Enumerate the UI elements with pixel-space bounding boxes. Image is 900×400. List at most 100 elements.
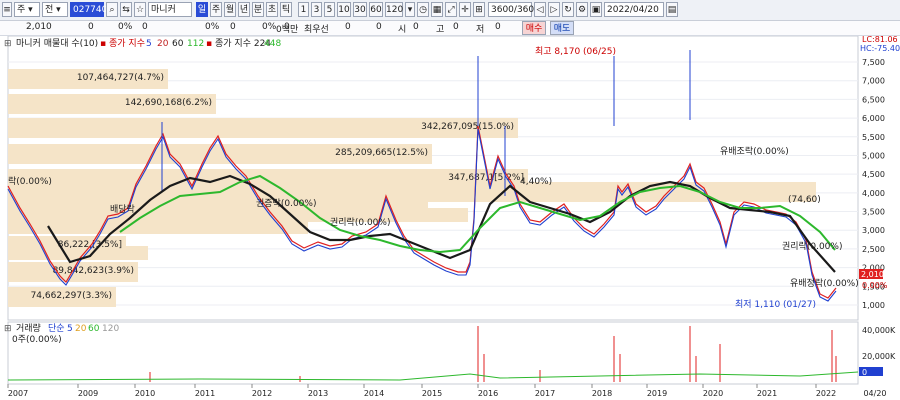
profile-label: 74,662,297(3.3%): [31, 291, 112, 301]
time-tick-label: 2014: [364, 389, 384, 398]
volume-ma60: 60: [88, 324, 100, 334]
pct-3: 0%: [262, 22, 277, 32]
legend-panel-icon: ⊞: [4, 39, 12, 49]
volume-value: 0주(0.00%): [12, 334, 62, 345]
profile-label: 89,842,623(3.9%): [53, 266, 134, 276]
period-day-button[interactable]: 일: [196, 2, 208, 17]
legend-ma5: 5: [146, 39, 152, 49]
period-select[interactable]: 전 ▾: [42, 2, 68, 17]
volume-tick-40000: 40,000K: [862, 326, 896, 335]
sell-button[interactable]: 매도: [550, 21, 574, 35]
count-field[interactable]: 3600/3600: [488, 2, 540, 17]
legend-title: 마니커 매물대 수(10): [16, 38, 98, 49]
time-axis: 2007 2009 2010 2011 2012 2013 2014 2015 2016 2017…: [7, 384, 887, 398]
menu-icon[interactable]: ≡: [2, 2, 12, 17]
change-value: 0: [88, 22, 94, 32]
period-tick-button[interactable]: 틱: [280, 2, 292, 17]
time-tick-label: 2020: [703, 389, 723, 398]
period-minute-button[interactable]: 분: [252, 2, 264, 17]
interval-60-button[interactable]: 60: [369, 2, 383, 17]
volume-simple: 단순: [48, 323, 65, 334]
time-tick-label: 2010: [135, 389, 155, 398]
time-tick-label: 2016: [478, 389, 498, 398]
time-tick-label: 2011: [195, 389, 215, 398]
low-value: 0: [495, 22, 501, 32]
interval-dropdown-icon[interactable]: ▾: [405, 2, 415, 17]
profile-band: [8, 208, 468, 222]
price-chart[interactable]: 107,464,727(4.7%) 142,690,168(6.2%) 342,26…: [0, 36, 900, 400]
legend-ma112: 112: [187, 39, 204, 49]
profile-band: [8, 196, 428, 210]
grid-icon[interactable]: ▦: [431, 2, 443, 17]
market-select[interactable]: 주 ▾: [14, 2, 40, 17]
last-price-label: 2,010: [861, 270, 884, 279]
prev-icon[interactable]: ◁: [534, 2, 546, 17]
price-tick-label: 5,500: [862, 133, 885, 142]
profile-label: 86,222,[3.5%]: [58, 240, 122, 250]
high-label: 고: [436, 25, 445, 35]
last-pct-label: 0.00%: [862, 281, 888, 290]
period-week-button[interactable]: 주: [210, 2, 222, 17]
volume-tick-20000: 20,000K: [862, 352, 896, 361]
buy-button[interactable]: 매수: [522, 21, 546, 35]
time-tick-label: 2018: [592, 389, 612, 398]
period-second-button[interactable]: 초: [266, 2, 278, 17]
period-year-button[interactable]: 년: [238, 2, 250, 17]
dividend-annotation: 배당락: [110, 203, 135, 215]
interval-120-button[interactable]: 120: [385, 2, 403, 17]
volume-panel-icon: ⊞: [4, 324, 12, 334]
profile-label: 107,464,727(4.7%): [77, 73, 164, 83]
price-tick-label: 1,000: [862, 301, 885, 310]
star-icon[interactable]: ☆: [134, 2, 146, 17]
interval-3-button[interactable]: 3: [311, 2, 322, 17]
value-2-num: 0: [230, 22, 236, 32]
cursor-icon[interactable]: ✛: [459, 2, 471, 17]
volume-ma20: 20: [75, 324, 87, 334]
profile-label: 342,267,095(15.0%): [421, 122, 514, 132]
right-side-annotation: 권리락(0.00%): [782, 240, 842, 252]
price-tick-label: 4,500: [862, 170, 885, 179]
link-icon[interactable]: ⇆: [120, 2, 132, 17]
best-1: 0: [345, 22, 351, 32]
settings-icon[interactable]: ⚙: [576, 2, 588, 17]
time-tick-label: 2013: [308, 389, 328, 398]
period-month-button[interactable]: 월: [224, 2, 236, 17]
profile-label: 142,690,168(6.2%): [125, 98, 212, 108]
interval-30-button[interactable]: 30: [353, 2, 367, 17]
search-icon[interactable]: ⌕: [106, 2, 118, 17]
interval-10-button[interactable]: 10: [337, 2, 351, 17]
time-tick-label: 04/20: [863, 389, 886, 398]
price-tick-label: 6,000: [862, 114, 885, 123]
lc-readout: LC:81.06: [862, 36, 898, 44]
clock-icon[interactable]: ◷: [417, 2, 429, 17]
fit-icon[interactable]: ⤢: [445, 2, 457, 17]
value-1: 0: [142, 22, 148, 32]
legend-ma20: 20: [157, 39, 169, 49]
r3-annotation: 4,40%): [520, 177, 552, 187]
calendar-icon[interactable]: ▣: [590, 2, 602, 17]
best-2: 0: [376, 22, 382, 32]
price-tick-label: 4,000: [862, 189, 885, 198]
price-tick-label: 7,000: [862, 77, 885, 86]
refresh-icon[interactable]: ↻: [562, 2, 574, 17]
pct-2: 0%: [205, 22, 220, 32]
stock-code-input[interactable]: 027740: [70, 2, 107, 17]
time-tick-label: 2021: [757, 389, 777, 398]
low-label: 저: [476, 25, 485, 35]
interval-1-button[interactable]: 1: [298, 2, 309, 17]
best-label: 최우선: [304, 25, 329, 35]
next-icon[interactable]: ▷: [548, 2, 560, 17]
zoom-icon[interactable]: ⊞: [473, 2, 485, 17]
volume-last-label: 0: [862, 368, 867, 377]
volume-ma5: 5: [67, 324, 73, 334]
price-tick-label: 3,000: [862, 226, 885, 235]
max-annotation: 최고 8,170 (06/25): [535, 46, 616, 57]
start-annotation: 락(0.00%): [8, 175, 52, 187]
interval-5-button[interactable]: 5: [324, 2, 335, 17]
time-tick-label: 2022: [816, 389, 836, 398]
date-picker-icon[interactable]: ▤: [666, 2, 678, 17]
date-field[interactable]: 2022/04/20: [604, 2, 664, 17]
price-tick-label: 6,500: [862, 95, 885, 104]
time-tick-label: 2017: [535, 389, 555, 398]
r2-annotation: 유배조락(0.00%): [720, 145, 789, 157]
